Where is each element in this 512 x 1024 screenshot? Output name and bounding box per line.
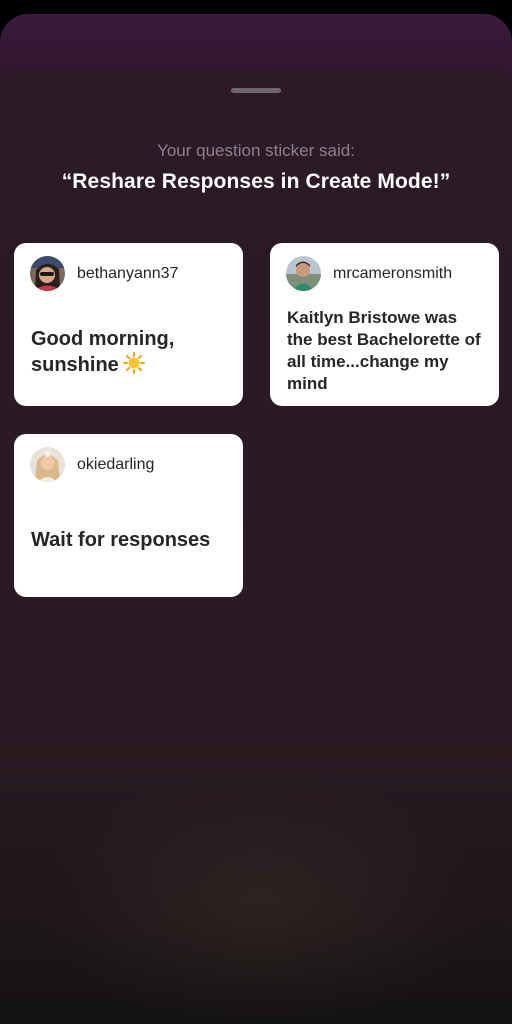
response-username: mrcameronsmith (333, 265, 453, 282)
avatar (30, 256, 65, 291)
response-answer-text: Good morning, sunshine (31, 328, 175, 376)
response-username: bethanyann37 (77, 265, 179, 282)
response-card[interactable]: mrcameronsmith Kaitlyn Bristowe was the … (270, 243, 499, 406)
question-sticker-caption: Your question sticker said: (157, 141, 355, 160)
response-card[interactable]: bethanyann37 Good morning, sunshine (14, 243, 243, 406)
response-username: okiedarling (77, 456, 155, 473)
response-answer: Kaitlyn Bristowe was the best Bacheloret… (287, 308, 481, 393)
sheet-grabber-handle[interactable] (231, 88, 281, 93)
avatar (30, 447, 65, 482)
screen: Your question sticker said: “Reshare Res… (0, 0, 512, 1024)
response-answer: Wait for responses (31, 529, 211, 551)
avatar (286, 256, 321, 291)
question-sticker-text: “Reshare Responses in Create Mode!” (61, 170, 451, 193)
response-card[interactable]: okiedarling Wait for responses (14, 434, 243, 597)
response-answer: Good morning, sunshine (31, 326, 229, 381)
sun-emoji-icon (122, 352, 145, 381)
